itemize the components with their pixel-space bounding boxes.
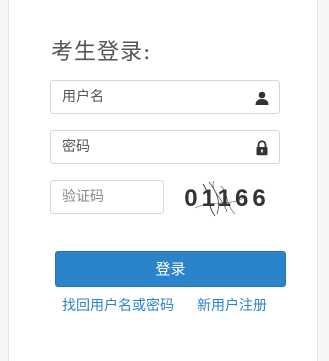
captcha-image[interactable]: 01166 xyxy=(181,178,273,218)
user-icon xyxy=(255,91,269,105)
password-input[interactable] xyxy=(51,131,279,163)
captcha-text: 01166 xyxy=(184,185,269,212)
register-link[interactable]: 新用户注册 xyxy=(197,295,267,315)
forgot-credentials-link[interactable]: 找回用户名或密码 xyxy=(62,295,174,315)
login-button[interactable]: 登录 xyxy=(55,251,286,287)
captcha-field[interactable] xyxy=(50,180,164,214)
lock-icon xyxy=(256,140,268,156)
username-field[interactable] xyxy=(50,80,280,114)
captcha-input[interactable] xyxy=(51,181,163,213)
login-panel: 考生登录: 01166 登录 找回用户名或密码 新用户注册 xyxy=(8,0,318,361)
password-field[interactable] xyxy=(50,130,280,164)
login-title: 考生登录: xyxy=(51,40,152,65)
username-input[interactable] xyxy=(51,81,279,113)
